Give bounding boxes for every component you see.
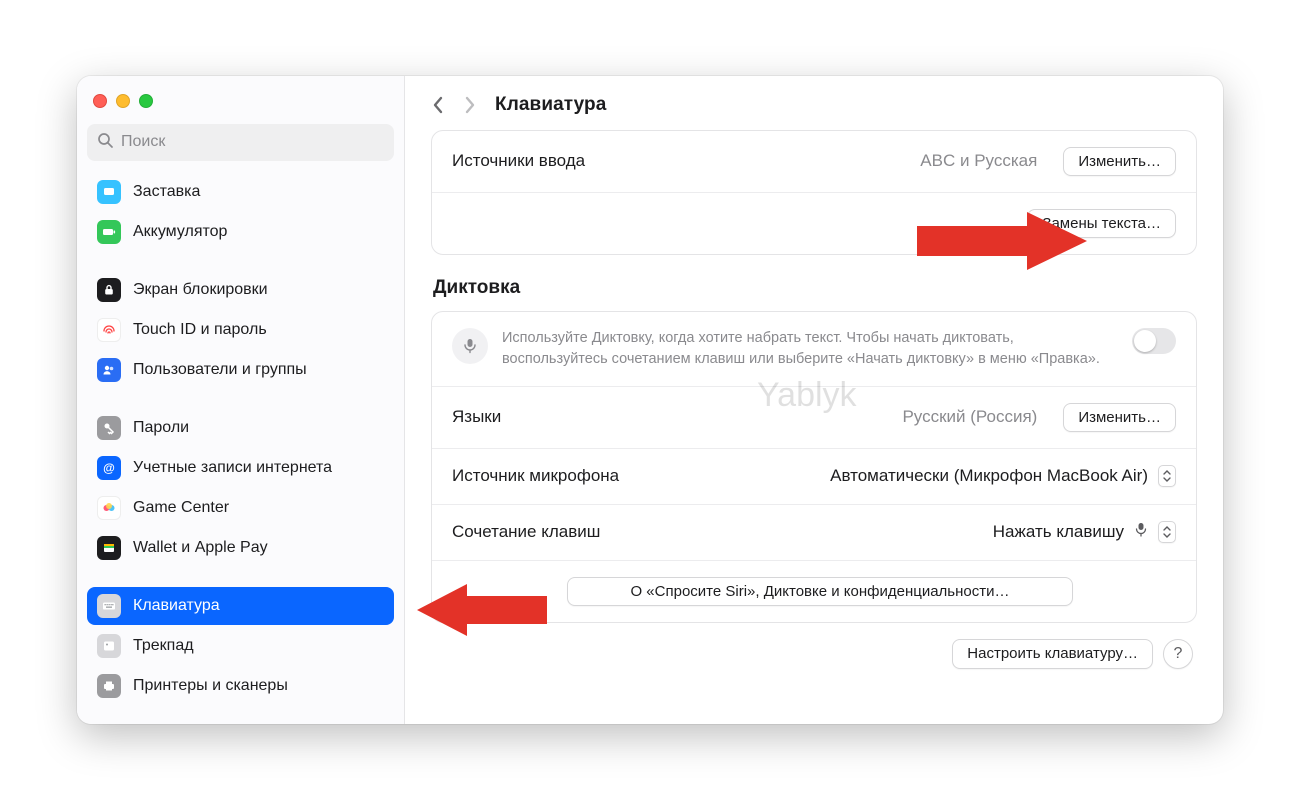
sidebar-item-users-groups[interactable]: Пользователи и группы (87, 351, 394, 389)
sidebar-item-keyboard[interactable]: Клавиатура (87, 587, 394, 625)
search-placeholder: Поиск (121, 133, 165, 151)
dictation-note-row: Используйте Диктовку, когда хотите набра… (432, 312, 1196, 386)
sidebar-item-label: Game Center (133, 499, 229, 517)
chevron-updown-icon (1158, 465, 1176, 487)
forward-button[interactable] (463, 95, 477, 115)
key-icon (97, 416, 121, 440)
sidebar-item-printers-scanners[interactable]: Принтеры и сканеры (87, 667, 394, 705)
dictation-shortcut-value: Нажать клавишу (993, 522, 1124, 542)
mic-source-label: Источник микрофона (452, 466, 619, 486)
sidebar-item-passwords[interactable]: Пароли (87, 409, 394, 447)
input-sources-value: ABC и Русская (920, 151, 1037, 171)
sidebar-item-touch-id[interactable]: Touch ID и пароль (87, 311, 394, 349)
dictation-panel: Используйте Диктовку, когда хотите набра… (431, 311, 1197, 623)
dictation-languages-edit-button[interactable]: Изменить… (1063, 403, 1176, 432)
at-icon: @ (97, 456, 121, 480)
text-replacement-button[interactable]: Замены текста… (1027, 209, 1176, 238)
sidebar-item-wallet-applepay[interactable]: Wallet и Apple Pay (87, 529, 394, 567)
search-icon (97, 132, 113, 153)
content-pane: Клавиатура Источники ввода ABC и Русская… (405, 76, 1223, 724)
content-header: Клавиатура (405, 76, 1223, 130)
dictation-toggle[interactable] (1132, 328, 1176, 354)
sidebar-item-label: Учетные записи интернета (133, 459, 332, 477)
customize-keyboard-button[interactable]: Настроить клавиатуру… (952, 639, 1153, 669)
sidebar-item-label: Пароли (133, 419, 189, 437)
dictation-languages-value: Русский (Россия) (902, 407, 1037, 427)
chevron-updown-icon (1158, 521, 1176, 543)
sidebar-item-label: Экран блокировки (133, 281, 268, 299)
gamecenter-icon (97, 496, 121, 520)
keyboard-icon (97, 594, 121, 618)
sidebar-item-label: Аккумулятор (133, 223, 227, 241)
sidebar-item-label: Wallet и Apple Pay (133, 539, 268, 557)
dictation-languages-row: Языки Русский (Россия) Изменить… (432, 386, 1196, 448)
sidebar-item-label: Заставка (133, 183, 200, 201)
footer-row: Настроить клавиатуру… ? (431, 623, 1197, 673)
lock-icon (97, 278, 121, 302)
settings-window: Поиск Заставка Аккумулятор Экран б (77, 76, 1223, 724)
sidebar-item-game-center[interactable]: Game Center (87, 489, 394, 527)
sidebar: Поиск Заставка Аккумулятор Экран б (77, 76, 405, 724)
sidebar-item-label: Пользователи и группы (133, 361, 307, 379)
input-sources-label: Источники ввода (452, 151, 585, 171)
mic-icon (452, 328, 488, 364)
sidebar-item-label: Touch ID и пароль (133, 321, 267, 339)
close-window-button[interactable] (93, 94, 107, 108)
zoom-window-button[interactable] (139, 94, 153, 108)
wallet-icon (97, 536, 121, 560)
dictation-shortcut-select[interactable]: Нажать клавишу (993, 521, 1176, 543)
trackpad-icon (97, 634, 121, 658)
mic-source-row: Источник микрофона Автоматически (Микроф… (432, 448, 1196, 504)
dictation-note-text: Используйте Диктовку, когда хотите набра… (502, 328, 1118, 370)
minimize-window-button[interactable] (116, 94, 130, 108)
screensaver-icon (97, 180, 121, 204)
svg-text:@: @ (103, 461, 115, 475)
dictation-languages-label: Языки (452, 407, 501, 427)
dictation-heading: Диктовка (433, 277, 1195, 299)
window-controls (87, 90, 394, 124)
sidebar-item-screensaver[interactable]: Заставка (87, 173, 394, 211)
mic-key-icon (1134, 522, 1148, 543)
sidebar-item-battery[interactable]: Аккумулятор (87, 213, 394, 251)
mic-source-value: Автоматически (Микрофон MacBook Air) (830, 466, 1148, 486)
sidebar-item-label: Клавиатура (133, 597, 220, 615)
input-sources-panel: Источники ввода ABC и Русская Изменить… … (431, 130, 1197, 255)
battery-icon (97, 220, 121, 244)
sidebar-item-lock-screen[interactable]: Экран блокировки (87, 271, 394, 309)
users-icon (97, 358, 121, 382)
sidebar-item-internet-accounts[interactable]: @ Учетные записи интернета (87, 449, 394, 487)
back-button[interactable] (431, 95, 445, 115)
fingerprint-icon (97, 318, 121, 342)
printer-icon (97, 674, 121, 698)
dictation-shortcut-row: Сочетание клавиш Нажать клавишу (432, 504, 1196, 560)
help-button[interactable]: ? (1163, 639, 1193, 669)
siri-privacy-row: О «Спросите Siri», Диктовке и конфиденци… (432, 560, 1196, 622)
sidebar-item-label: Принтеры и сканеры (133, 677, 288, 695)
sidebar-list: Заставка Аккумулятор Экран блокировки (87, 173, 394, 705)
sidebar-item-trackpad[interactable]: Трекпад (87, 627, 394, 665)
mic-source-select[interactable]: Автоматически (Микрофон MacBook Air) (830, 465, 1176, 487)
siri-privacy-button[interactable]: О «Спросите Siri», Диктовке и конфиденци… (567, 577, 1074, 606)
input-sources-edit-button[interactable]: Изменить… (1063, 147, 1176, 176)
page-title: Клавиатура (495, 94, 606, 116)
text-replacement-row: Замены текста… (432, 192, 1196, 254)
input-sources-row: Источники ввода ABC и Русская Изменить… (432, 131, 1196, 192)
search-input[interactable]: Поиск (87, 124, 394, 161)
dictation-shortcut-label: Сочетание клавиш (452, 522, 600, 542)
sidebar-item-label: Трекпад (133, 637, 194, 655)
